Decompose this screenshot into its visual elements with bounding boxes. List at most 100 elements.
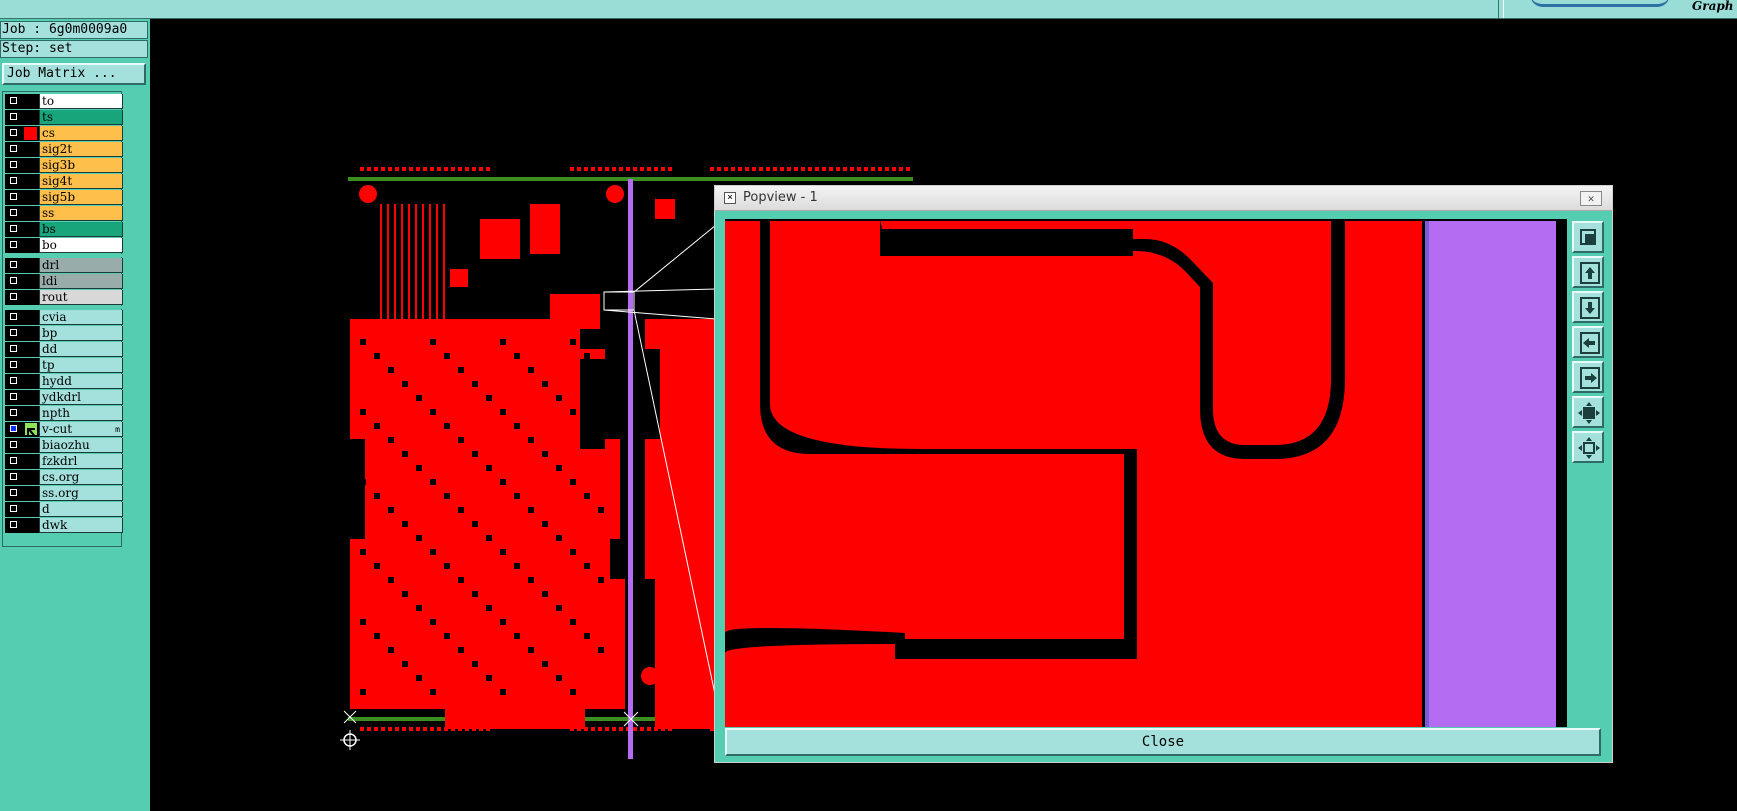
layer-color-swatch[interactable] <box>23 206 39 221</box>
zoom-window-icon[interactable] <box>1572 221 1604 253</box>
layer-checkbox[interactable] <box>5 454 23 469</box>
layer-color-swatch[interactable] <box>23 94 39 109</box>
layer-checkbox[interactable] <box>5 470 23 485</box>
layer-checkbox[interactable] <box>5 374 23 389</box>
layer-name[interactable]: drl <box>39 258 123 273</box>
layer-row-cvia[interactable]: cvia <box>4 310 123 325</box>
layer-color-swatch[interactable] <box>23 358 39 373</box>
layer-row-ts[interactable]: ts <box>4 110 123 125</box>
layer-checkbox[interactable] <box>5 206 23 221</box>
layer-checkbox[interactable] <box>5 406 23 421</box>
layer-color-swatch[interactable] <box>23 374 39 389</box>
layer-checkbox[interactable] <box>5 422 23 437</box>
popview-close-button[interactable]: Close <box>725 728 1601 756</box>
layer-color-swatch[interactable] <box>23 190 39 205</box>
layer-row-v-cut[interactable]: v-cut m <box>4 422 123 437</box>
layer-name[interactable]: bp <box>39 326 123 341</box>
layer-checkbox[interactable] <box>5 438 23 453</box>
layer-color-swatch[interactable] <box>23 438 39 453</box>
layer-color-swatch[interactable] <box>23 126 39 141</box>
pan-right-icon[interactable] <box>1572 361 1604 393</box>
layer-row-fzkdrl[interactable]: fzkdrl <box>4 454 123 469</box>
layer-row-npth[interactable]: npth <box>4 406 123 421</box>
layer-row-ydkdrl[interactable]: ydkdrl <box>4 390 123 405</box>
layer-name[interactable]: cs <box>39 126 123 141</box>
layer-color-swatch[interactable] <box>23 274 39 289</box>
layer-color-swatch[interactable] <box>23 454 39 469</box>
layer-row-sig4t[interactable]: sig4t <box>4 174 123 189</box>
layer-row-d[interactable]: d <box>4 502 123 517</box>
job-matrix-button[interactable]: Job Matrix ... <box>2 63 146 85</box>
layer-row-hydd[interactable]: hydd <box>4 374 123 389</box>
layer-name[interactable]: ydkdrl <box>39 390 123 405</box>
layer-color-swatch[interactable] <box>23 158 39 173</box>
layer-color-swatch[interactable] <box>23 486 39 501</box>
popview-titlebar[interactable]: × Popview - 1 ✕ <box>715 186 1612 211</box>
layer-color-swatch[interactable] <box>23 406 39 421</box>
layer-checkbox[interactable] <box>5 486 23 501</box>
layer-checkbox[interactable] <box>5 310 23 325</box>
layer-checkbox[interactable] <box>5 110 23 125</box>
layer-name[interactable]: sig4t <box>39 174 123 189</box>
layer-checkbox[interactable] <box>5 222 23 237</box>
layer-row-rout[interactable]: rout <box>4 290 123 305</box>
layer-row-sig5b[interactable]: sig5b <box>4 190 123 205</box>
layer-name[interactable]: sig5b <box>39 190 123 205</box>
layer-color-swatch[interactable] <box>23 326 39 341</box>
layer-row-sig3b[interactable]: sig3b <box>4 158 123 173</box>
layer-color-swatch[interactable] <box>23 390 39 405</box>
popview-zoom-canvas[interactable] <box>725 219 1567 727</box>
layer-name[interactable]: d <box>39 502 123 517</box>
layer-checkbox[interactable] <box>5 190 23 205</box>
layer-checkbox[interactable] <box>5 142 23 157</box>
layer-color-swatch[interactable] <box>23 222 39 237</box>
layer-name[interactable]: dwk <box>39 518 123 533</box>
fit-home-icon[interactable] <box>1572 396 1604 428</box>
layer-checkbox[interactable] <box>5 94 23 109</box>
layer-color-swatch[interactable] <box>23 258 39 273</box>
layer-checkbox[interactable] <box>5 502 23 517</box>
layer-checkbox[interactable] <box>5 290 23 305</box>
layer-row-ldi[interactable]: ldi <box>4 274 123 289</box>
fit-all-icon[interactable] <box>1572 431 1604 463</box>
layer-row-dwk[interactable]: dwk <box>4 518 123 533</box>
layer-checkbox[interactable] <box>5 126 23 141</box>
layer-name[interactable]: ss.org <box>39 486 123 501</box>
layer-row-tp[interactable]: tp <box>4 358 123 373</box>
layer-checkbox[interactable] <box>5 518 23 533</box>
layer-name[interactable]: ts <box>39 110 123 125</box>
layer-name[interactable]: sig2t <box>39 142 123 157</box>
layer-color-swatch[interactable] <box>23 518 39 533</box>
layer-row-cs-org[interactable]: cs.org <box>4 470 123 485</box>
layer-checkbox[interactable] <box>5 158 23 173</box>
layer-row-biaozhu[interactable]: biaozhu <box>4 438 123 453</box>
layer-name[interactable]: v-cut <box>39 422 123 437</box>
layer-row-drl[interactable]: drl <box>4 258 123 273</box>
layer-name[interactable]: cs.org <box>39 470 123 485</box>
layer-checkbox[interactable] <box>5 390 23 405</box>
layer-color-swatch[interactable] <box>23 290 39 305</box>
layer-name[interactable]: ss <box>39 206 123 221</box>
layer-name[interactable]: cvia <box>39 310 123 325</box>
layer-row-ss-org[interactable]: ss.org <box>4 486 123 501</box>
layer-row-cs[interactable]: cs <box>4 126 123 141</box>
layer-name[interactable]: bo <box>39 238 123 253</box>
panel-scroll-strip[interactable] <box>124 91 150 811</box>
layer-color-swatch[interactable] <box>23 110 39 125</box>
layer-row-bs[interactable]: bs <box>4 222 123 237</box>
layer-name[interactable]: to <box>39 94 123 109</box>
layer-name[interactable]: ldi <box>39 274 123 289</box>
layer-name[interactable]: rout <box>39 290 123 305</box>
layer-color-swatch[interactable] <box>23 174 39 189</box>
layer-color-swatch[interactable] <box>23 310 39 325</box>
layer-color-swatch[interactable] <box>23 238 39 253</box>
layer-name[interactable]: tp <box>39 358 123 373</box>
layer-color-swatch[interactable] <box>23 470 39 485</box>
layer-checkbox[interactable] <box>5 258 23 273</box>
layer-color-swatch[interactable] <box>23 142 39 157</box>
layer-name[interactable]: fzkdrl <box>39 454 123 469</box>
layer-name[interactable]: biaozhu <box>39 438 123 453</box>
window-close-icon[interactable]: ✕ <box>1580 191 1602 206</box>
layer-row-dd[interactable]: dd <box>4 342 123 357</box>
pan-left-icon[interactable] <box>1572 326 1604 358</box>
